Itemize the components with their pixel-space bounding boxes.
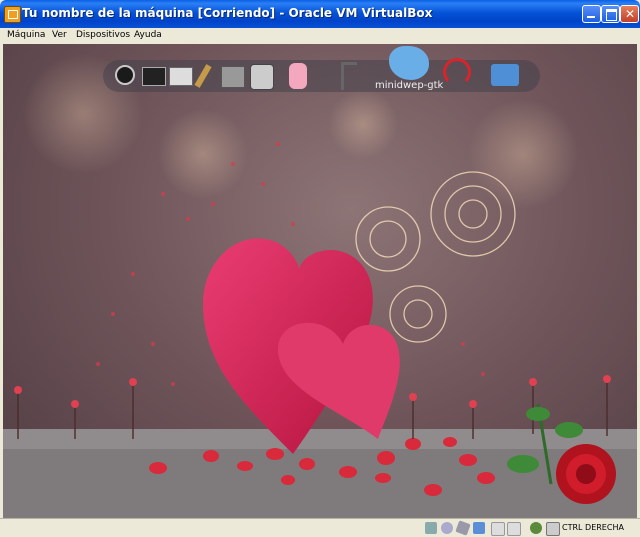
host-key-icon[interactable] — [546, 522, 560, 536]
maximize-button[interactable] — [601, 5, 620, 23]
host-key-label: CTRL DERECHA — [562, 523, 624, 532]
xfe-file-manager-icon[interactable] — [491, 64, 519, 86]
close-icon: ✕ — [625, 7, 636, 21]
dock-toolbar — [103, 46, 540, 92]
menu-bar: Máquina Ver Dispositivos Ayuda — [0, 28, 640, 44]
hard-disk-icon[interactable] — [425, 522, 437, 534]
minimize-button[interactable] — [582, 5, 601, 23]
wallpaper — [3, 54, 637, 518]
menu-dispositivos[interactable]: Dispositivos — [76, 30, 130, 40]
virtualbox-icon[interactable] — [4, 6, 21, 23]
menu-ver[interactable]: Ver — [52, 30, 67, 40]
disk-manager-icon[interactable] — [250, 64, 274, 90]
window-title: Tu nombre de la máquina [Corriendo] - Or… — [22, 6, 433, 20]
status-bar: CTRL DERECHA — [0, 518, 640, 537]
minimize-icon — [587, 16, 595, 18]
menu-ayuda[interactable]: Ayuda — [134, 30, 162, 40]
menu-maquina[interactable]: Máquina — [7, 30, 45, 40]
baby-bottle-icon[interactable] — [289, 63, 307, 89]
wireless-icon[interactable] — [443, 58, 471, 86]
minidwep-gtk-icon[interactable] — [389, 46, 429, 80]
network-icon[interactable] — [473, 522, 485, 534]
terminal-icon[interactable] — [142, 67, 166, 86]
shared-folders-icon[interactable] — [491, 522, 505, 536]
paintbrush-icon[interactable] — [194, 64, 212, 88]
dock-hover-label: minidwep-gtk — [375, 80, 444, 91]
calculator-icon[interactable] — [221, 66, 245, 88]
close-button[interactable]: ✕ — [620, 5, 639, 23]
usb-icon[interactable] — [455, 520, 471, 536]
cd-dvd-icon[interactable] — [441, 522, 453, 534]
guest-screen[interactable]: minidwep-gtk — [3, 44, 637, 518]
mouse-integration-icon[interactable] — [530, 522, 542, 534]
title-bar: Tu nombre de la máquina [Corriendo] - Or… — [0, 0, 640, 28]
power-icon[interactable] — [115, 65, 135, 85]
pump-icon[interactable] — [341, 62, 357, 90]
maximize-icon — [606, 9, 617, 21]
terminal-icon-2[interactable] — [169, 67, 193, 86]
video-capture-icon[interactable] — [507, 522, 521, 536]
